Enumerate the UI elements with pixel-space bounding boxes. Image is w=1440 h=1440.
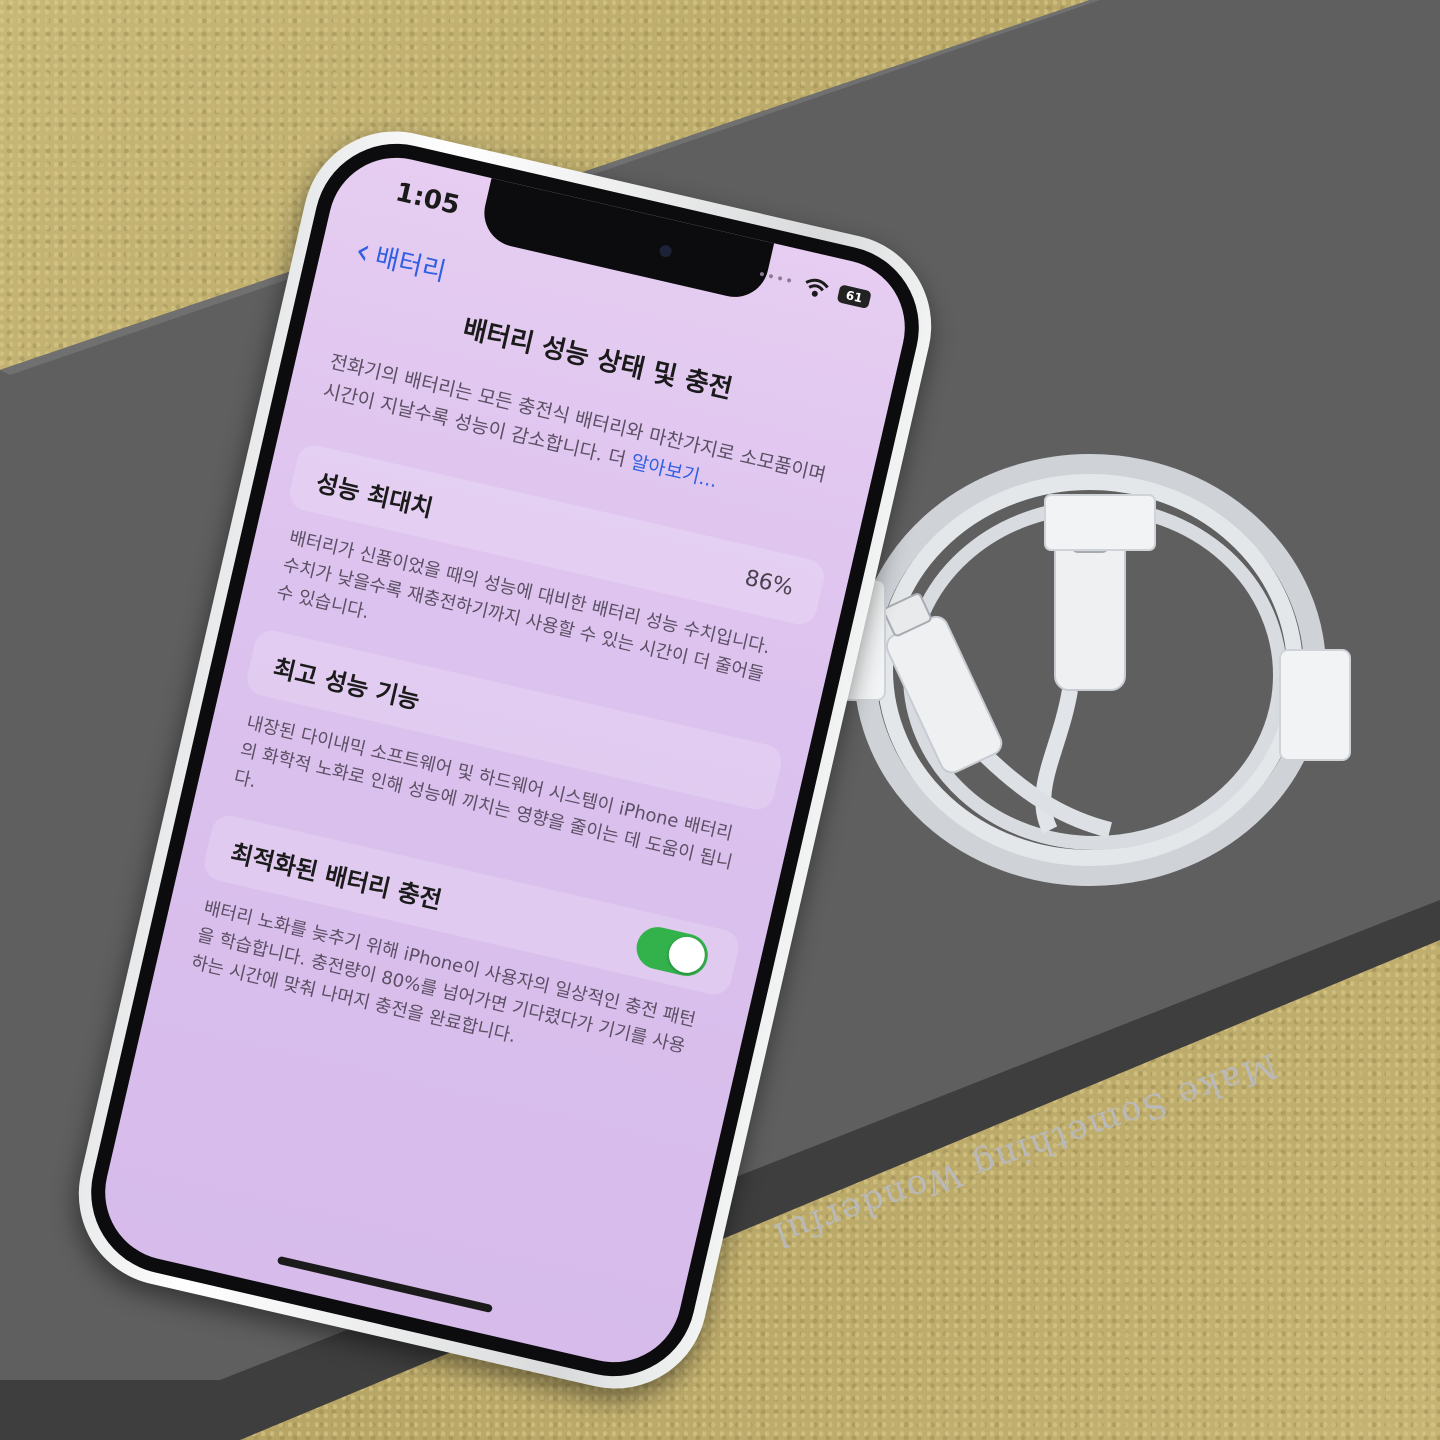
optimized-charging-toggle[interactable] — [632, 922, 713, 981]
back-label: 배터리 — [371, 242, 449, 288]
max-capacity-title: 성능 최대치 — [313, 468, 436, 523]
status-icons: •••• 61 — [755, 265, 872, 310]
wifi-icon — [805, 278, 829, 297]
toggle-knob — [665, 933, 709, 977]
battery-icon: 61 — [836, 284, 872, 310]
phone: 1:05 •••• 61 ‹ 배터리 배터리 성능 상태 및 충전 전화기의 배… — [30, 113, 950, 1440]
peak-performance-title: 최고 성능 기능 — [270, 653, 423, 715]
front-camera — [658, 243, 673, 259]
phone-screen: 1:05 •••• 61 ‹ 배터리 배터리 성능 상태 및 충전 전화기의 배… — [91, 144, 919, 1376]
status-time: 1:05 — [392, 177, 463, 222]
optimized-charging-title: 최적화된 배터리 충전 — [227, 839, 445, 915]
back-button[interactable]: ‹ 배터리 — [351, 229, 450, 289]
signal-icon: •••• — [755, 266, 796, 291]
chevron-left-icon: ‹ — [351, 229, 375, 273]
max-capacity-value: 86% — [742, 565, 796, 602]
